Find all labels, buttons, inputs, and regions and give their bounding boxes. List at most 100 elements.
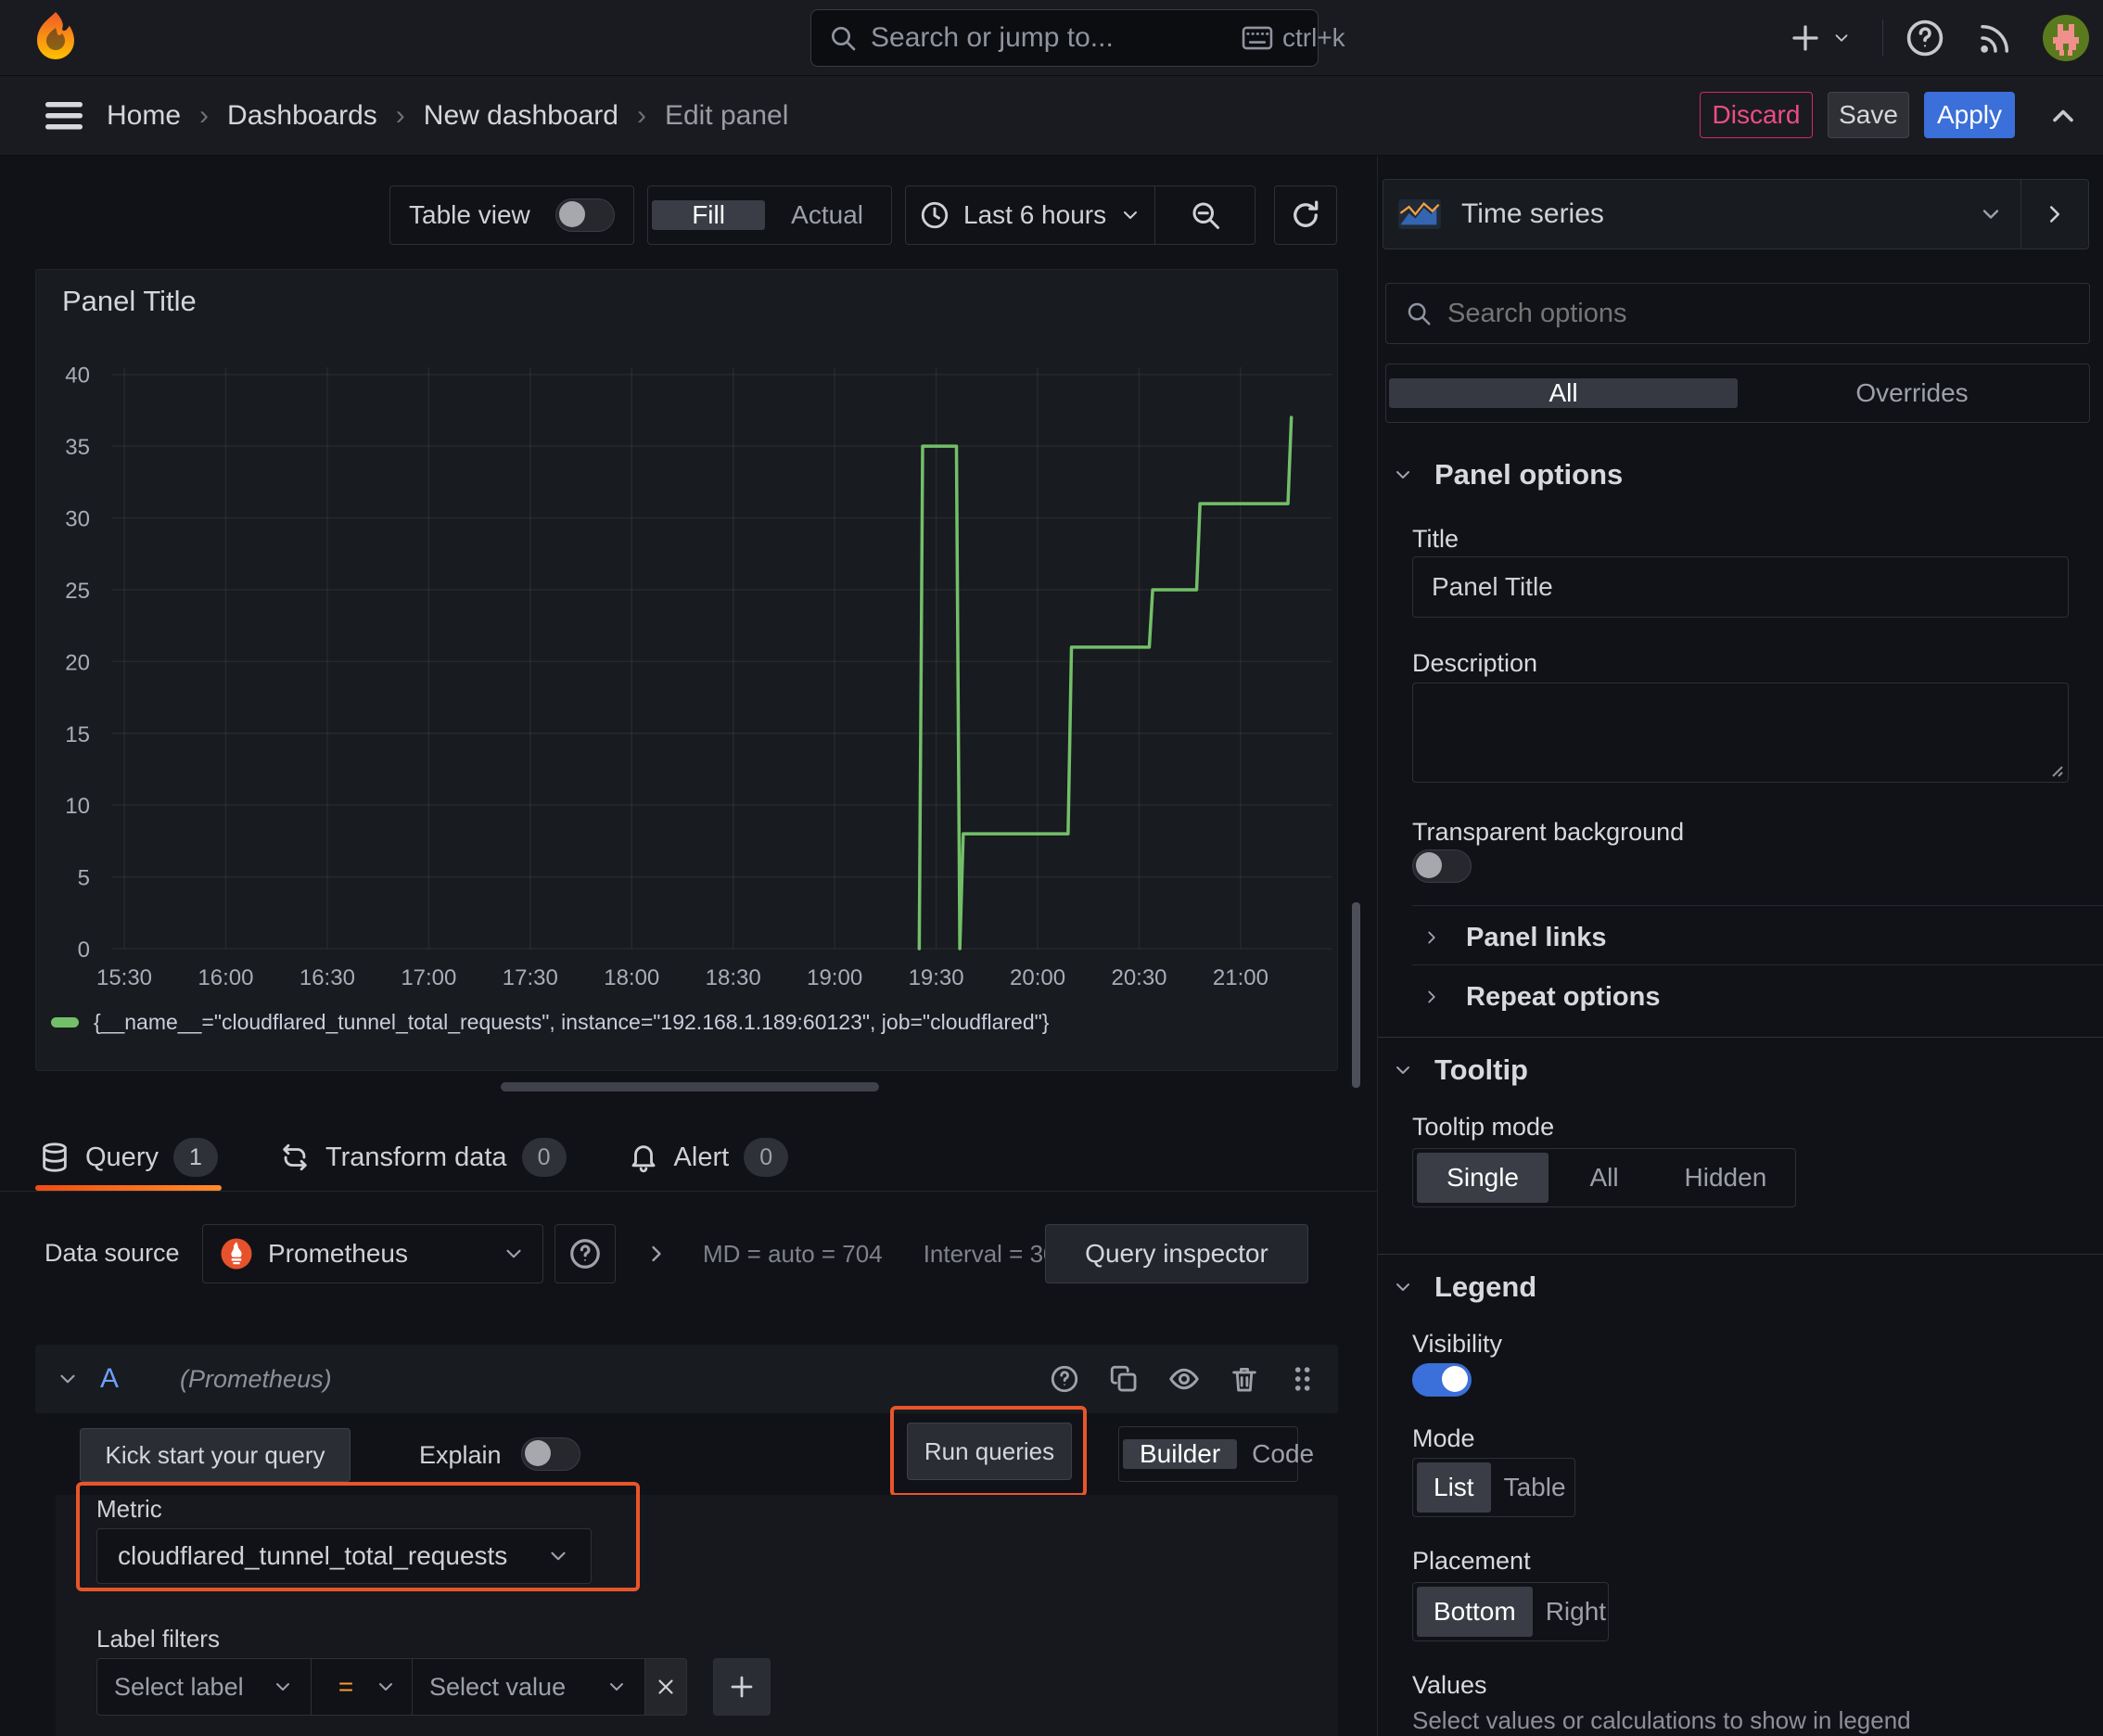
chevron-down-icon: [502, 1242, 526, 1266]
description-textarea[interactable]: [1412, 683, 2069, 783]
visualization-picker[interactable]: Time series: [1383, 179, 2089, 249]
delete-query-trash-icon[interactable]: [1229, 1363, 1260, 1395]
tab-alert-label: Alert: [673, 1142, 730, 1172]
tab-transform-data[interactable]: Transform data 0: [275, 1124, 570, 1191]
explain-toggle[interactable]: [521, 1437, 580, 1471]
news-rss-icon[interactable]: [1973, 16, 2018, 60]
collapse-pane-chevron-up-icon[interactable]: [2042, 95, 2084, 137]
chevron-down-icon: [1835, 34, 1848, 42]
tab-alert[interactable]: Alert 0: [624, 1124, 793, 1191]
timeseries-chart[interactable]: 0 5 10 15 20 25 30 35 40 15:30 16:00 16:30 17:00 17:3…: [36, 358, 1337, 1007]
select-label-dropdown[interactable]: Select label: [96, 1658, 312, 1716]
operator-dropdown[interactable]: =: [311, 1658, 413, 1716]
operator-value: =: [338, 1672, 354, 1701]
tooltip-mode-all[interactable]: All: [1549, 1153, 1660, 1203]
query-inspector-button[interactable]: Query inspector: [1045, 1224, 1308, 1283]
transparent-background-toggle[interactable]: [1412, 849, 1472, 883]
tab-overrides[interactable]: Overrides: [1738, 378, 2086, 408]
select-value-dropdown[interactable]: Select value: [412, 1658, 645, 1716]
svg-text:18:30: 18:30: [706, 965, 761, 990]
toggle-visibility-eye-icon[interactable]: [1167, 1362, 1201, 1396]
repeat-options-label: Repeat options: [1466, 981, 1661, 1012]
timeseries-viz-icon: [1398, 199, 1441, 229]
description-label: Description: [1412, 649, 1538, 677]
datasource-picker[interactable]: Prometheus: [202, 1224, 543, 1283]
mode-label: Mode: [1412, 1424, 1475, 1452]
panel-links-label: Panel links: [1466, 922, 1607, 952]
metric-label: Metric: [96, 1495, 162, 1523]
table-view-toggle[interactable]: [555, 198, 615, 232]
discard-button[interactable]: Discard: [1700, 92, 1813, 138]
tooltip-mode-single[interactable]: Single: [1417, 1153, 1549, 1203]
chevron-right-icon: [1428, 990, 1435, 1003]
search-input[interactable]: [871, 22, 1229, 54]
hamburger-menu-icon[interactable]: [43, 98, 85, 134]
panel-title-input[interactable]: [1412, 556, 2069, 618]
add-filter-plus-button[interactable]: [713, 1658, 771, 1716]
options-search-input[interactable]: [1447, 298, 2071, 329]
placement-right[interactable]: Right: [1533, 1587, 1619, 1637]
help-icon[interactable]: [1903, 16, 1947, 60]
grafana-logo-icon[interactable]: [33, 11, 78, 63]
save-button[interactable]: Save: [1828, 92, 1909, 138]
expand-options-chevron-icon[interactable]: [640, 1237, 673, 1270]
legend-mode-list[interactable]: List: [1417, 1462, 1491, 1513]
legend-visibility-toggle[interactable]: [1412, 1363, 1472, 1397]
drag-handle-grip-icon[interactable]: [1288, 1363, 1316, 1395]
stats-max-datapoints: MD = auto = 704: [703, 1240, 883, 1268]
tab-query[interactable]: Query 1: [35, 1124, 222, 1191]
tooltip-section-header[interactable]: Tooltip: [1392, 1053, 1528, 1087]
query-stats: MD = auto = 704 Interval = 30s: [703, 1240, 1069, 1269]
legend-section-header[interactable]: Legend: [1392, 1270, 1536, 1304]
panel-options-pane: Time series All Overrides Panel options …: [1377, 156, 2103, 1736]
collapse-options-chevron-right-icon[interactable]: [2021, 200, 2088, 228]
grafana-edit-panel-screen: ctrl+k: [0, 0, 2103, 1736]
tooltip-mode-hidden[interactable]: Hidden: [1660, 1153, 1791, 1203]
title-label: Title: [1412, 525, 1459, 553]
split-resize-handle[interactable]: [501, 1082, 879, 1091]
query-row-actions: [1049, 1345, 1316, 1413]
apply-button[interactable]: Apply: [1924, 92, 2015, 138]
legend-mode-table[interactable]: Table: [1491, 1462, 1579, 1513]
user-avatar[interactable]: [2043, 15, 2089, 61]
svg-text:16:00: 16:00: [198, 965, 253, 990]
refresh-button[interactable]: [1274, 185, 1337, 245]
run-queries-button[interactable]: Run queries: [907, 1423, 1072, 1480]
code-option[interactable]: Code: [1239, 1439, 1327, 1469]
breadcrumb-new-dashboard[interactable]: New dashboard: [424, 100, 618, 132]
select-value-placeholder: Select value: [429, 1672, 567, 1701]
breadcrumb-separator: ›: [636, 100, 646, 131]
remove-filter-x-icon[interactable]: [644, 1658, 687, 1716]
query-ref-id[interactable]: A: [100, 1363, 119, 1395]
panel-links-section[interactable]: Panel links: [1421, 916, 1607, 959]
datasource-help-button[interactable]: [554, 1224, 616, 1283]
panel-options-section-header[interactable]: Panel options: [1392, 458, 1623, 491]
breadcrumb-home[interactable]: Home: [107, 100, 181, 132]
metric-select[interactable]: cloudflared_tunnel_total_requests: [96, 1528, 592, 1584]
chart-legend: {__name__="cloudflared_tunnel_total_requ…: [51, 1010, 1049, 1035]
zoom-out-icon[interactable]: [1155, 186, 1255, 244]
kick-start-query-button[interactable]: Kick start your query: [80, 1428, 350, 1482]
svg-text:0: 0: [78, 938, 90, 963]
duplicate-query-icon[interactable]: [1108, 1363, 1140, 1395]
legend-placement-segmented: Bottom Right: [1412, 1582, 1609, 1641]
query-help-icon[interactable]: [1049, 1363, 1080, 1395]
fill-option[interactable]: Fill: [652, 200, 766, 230]
query-row-header[interactable]: A (Prometheus): [35, 1345, 1338, 1413]
series-legend-label[interactable]: {__name__="cloudflared_tunnel_total_requ…: [94, 1010, 1049, 1035]
series-color-swatch[interactable]: [51, 1017, 79, 1028]
chevron-down-icon: [272, 1676, 294, 1698]
actual-option[interactable]: Actual: [767, 200, 887, 230]
options-search: [1385, 283, 2090, 344]
add-menu-button[interactable]: [1788, 17, 1853, 59]
builder-option[interactable]: Builder: [1123, 1439, 1238, 1469]
breadcrumb-dashboards[interactable]: Dashboards: [227, 100, 377, 132]
repeat-options-section[interactable]: Repeat options: [1421, 976, 1660, 1018]
resize-grip-icon[interactable]: [2047, 761, 2064, 778]
left-pane-scrollbar[interactable]: [1352, 902, 1360, 1088]
time-range-label[interactable]: Last 6 hours: [963, 200, 1106, 230]
tab-all[interactable]: All: [1389, 378, 1738, 408]
placement-bottom[interactable]: Bottom: [1417, 1587, 1533, 1637]
panel-title: Panel Title: [62, 285, 197, 317]
collapse-query-chevron-icon[interactable]: [35, 1367, 100, 1391]
